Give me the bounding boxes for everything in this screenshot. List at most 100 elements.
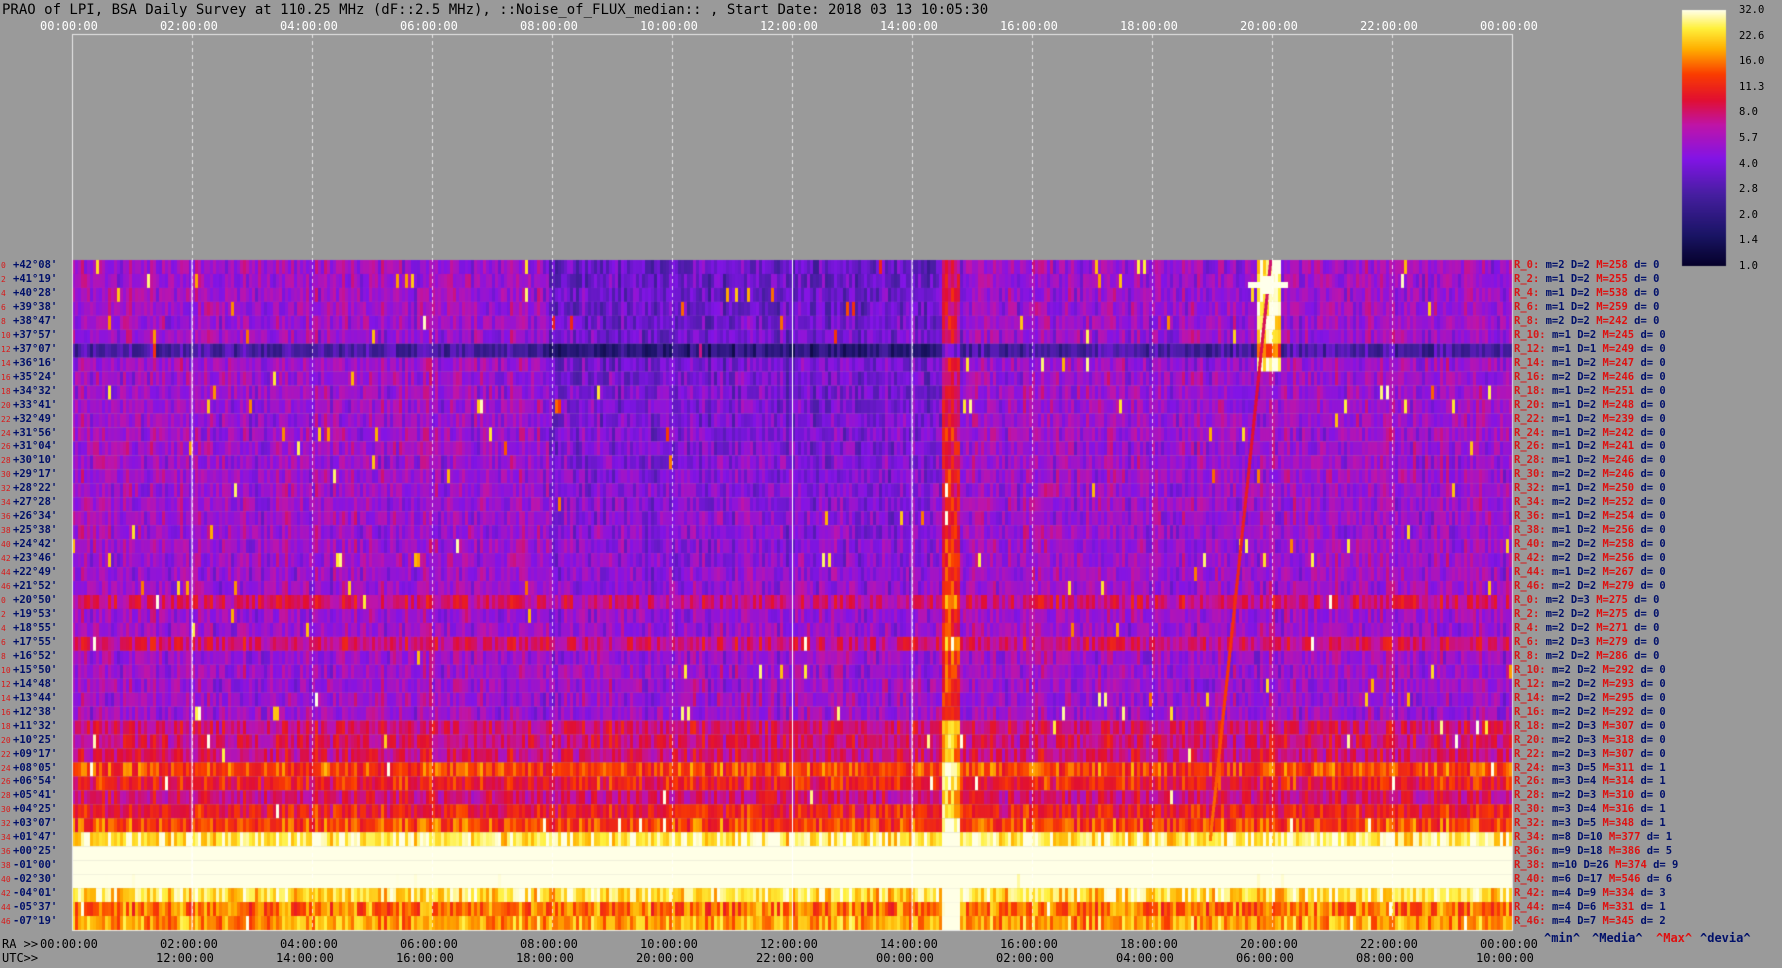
declination-label: +38°47' <box>13 314 58 327</box>
declination-label: -04°01' <box>13 887 58 900</box>
row-index: 44 <box>1 903 11 913</box>
declination-label: +06°54' <box>13 775 58 788</box>
row-index: 40 <box>1 540 11 550</box>
declination-label: +14°48' <box>13 677 58 690</box>
declination-label: +04°25' <box>13 803 58 816</box>
row-stats: R_38: m=1 D=2 M=256 d= 0 <box>1514 524 1666 537</box>
declination-label: +08°05' <box>13 761 58 774</box>
row-index: 6 <box>1 302 6 312</box>
declination-label: +19°53' <box>13 607 58 620</box>
row-stats: R_20: m=1 D=2 M=248 d= 0 <box>1514 398 1666 411</box>
top-axis-tick: 16:00:00 <box>1000 19 1058 33</box>
top-axis-tick: 18:00:00 <box>1120 19 1178 33</box>
declination-label: +39°38' <box>13 300 58 313</box>
row-stats: R_26: m=1 D=2 M=241 d= 0 <box>1514 440 1666 453</box>
top-axis-tick: 00:00:00 <box>40 19 98 33</box>
row-stats: R_44: m=4 D=6 M=331 d= 1 <box>1514 901 1666 914</box>
colorbar-tick: 2.0 <box>1739 208 1758 221</box>
utc-tick: 10:00:00 <box>1476 951 1534 965</box>
declination-label: +36°16' <box>13 356 58 369</box>
row-stats: R_2: m=1 D=2 M=255 d= 0 <box>1514 272 1660 285</box>
legend-item: ^min^ <box>1544 931 1581 945</box>
row-stats: R_46: m=2 D=2 M=279 d= 0 <box>1514 580 1666 593</box>
row-stats: R_38: m=10 D=26 M=374 d= 9 <box>1514 859 1679 872</box>
declination-label: +11°32' <box>13 719 58 732</box>
row-stats: R_2: m=2 D=2 M=275 d= 0 <box>1514 607 1660 620</box>
declination-label: +41°19' <box>13 272 58 285</box>
ra-tick: 08:00:00 <box>520 937 578 951</box>
row-stats: R_42: m=2 D=2 M=256 d= 0 <box>1514 552 1666 565</box>
row-stats: R_0: m=2 D=2 M=258 d= 0 <box>1514 259 1660 271</box>
declination-label: +05°41' <box>13 789 58 802</box>
declination-label: -07°19' <box>13 915 58 928</box>
row-index: 32 <box>1 819 11 829</box>
colorbar-tick: 32.0 <box>1739 4 1765 16</box>
row-stats: R_18: m=2 D=3 M=307 d= 0 <box>1514 719 1666 732</box>
utc-tick: 08:00:00 <box>1356 951 1414 965</box>
declination-label: +37°07' <box>13 342 58 355</box>
colorbar-tick: 1.0 <box>1739 260 1758 272</box>
row-index: 34 <box>1 498 11 508</box>
declination-label: -02°30' <box>13 873 58 886</box>
row-stats: R_36: m=1 D=2 M=254 d= 0 <box>1514 510 1666 523</box>
row-index: 40 <box>1 875 11 885</box>
row-index: 30 <box>1 470 11 480</box>
declination-label: +24°42' <box>13 538 58 551</box>
row-stats: R_24: m=1 D=2 M=242 d= 0 <box>1514 426 1666 439</box>
ra-axis-prefix: RA >> <box>2 937 39 951</box>
row-index: 22 <box>1 749 11 759</box>
row-index: 8 <box>1 316 6 326</box>
declination-label: -01°00' <box>13 859 58 872</box>
top-axis-tick: 06:00:00 <box>400 19 458 33</box>
declination-label: +29°17' <box>13 468 58 481</box>
row-stats: R_14: m=2 D=2 M=295 d= 0 <box>1514 691 1666 704</box>
row-index: 16 <box>1 372 11 382</box>
row-index: 28 <box>1 456 11 466</box>
row-index: 14 <box>1 358 11 368</box>
row-stats: R_12: m=1 D=1 M=249 d= 0 <box>1514 342 1666 355</box>
ra-tick: 16:00:00 <box>1000 937 1058 951</box>
row-stats: R_28: m=1 D=2 M=246 d= 0 <box>1514 454 1666 467</box>
row-index: 12 <box>1 344 11 354</box>
row-stats: R_32: m=1 D=2 M=250 d= 0 <box>1514 482 1666 495</box>
utc-tick: 00:00:00 <box>876 951 934 965</box>
utc-tick: 18:00:00 <box>516 951 574 965</box>
legend-item: ^Max^ <box>1656 931 1693 945</box>
row-index: 2 <box>1 609 6 619</box>
ra-tick: 00:00:00 <box>1480 937 1538 951</box>
row-index: 26 <box>1 777 11 787</box>
row-index: 14 <box>1 693 11 703</box>
row-stats: R_20: m=2 D=3 M=318 d= 0 <box>1514 733 1666 746</box>
row-index: 16 <box>1 707 11 717</box>
declination-label: +01°47' <box>13 831 58 844</box>
colorbar-tick: 5.7 <box>1739 132 1758 144</box>
colorbar-tick: 22.6 <box>1739 29 1765 42</box>
row-stats: R_34: m=2 D=2 M=252 d= 0 <box>1514 496 1666 509</box>
row-stats: R_4: m=2 D=2 M=271 d= 0 <box>1514 621 1660 634</box>
declination-label: +00°25' <box>13 845 58 858</box>
row-index: 44 <box>1 568 11 578</box>
utc-tick: 02:00:00 <box>996 951 1054 965</box>
row-index: 20 <box>1 400 11 410</box>
top-axis-tick: 12:00:00 <box>760 19 818 33</box>
utc-tick: 04:00:00 <box>1116 951 1174 965</box>
row-index: 12 <box>1 679 11 689</box>
top-axis-tick: 08:00:00 <box>520 19 578 33</box>
colorbar-tick: 8.0 <box>1739 106 1758 119</box>
chart-title: PRAO of LPI, BSA Daily Survey at 110.25 … <box>2 2 989 18</box>
colorbar-tick: 1.4 <box>1739 234 1758 247</box>
row-stats: R_46: m=4 D=7 M=345 d= 2 <box>1514 915 1666 928</box>
row-stats: R_8: m=2 D=2 M=242 d= 0 <box>1514 314 1660 327</box>
row-index: 36 <box>1 847 11 857</box>
declination-label: +34°32' <box>13 384 58 397</box>
declination-label: +30°10' <box>13 454 58 467</box>
row-stats: R_34: m=8 D=10 M=377 d= 1 <box>1514 831 1673 844</box>
row-stats: R_6: m=2 D=3 M=279 d= 0 <box>1514 635 1660 648</box>
ra-tick: 20:00:00 <box>1240 937 1298 951</box>
row-index: 10 <box>1 330 11 340</box>
row-index: 38 <box>1 526 11 536</box>
row-stats: R_32: m=3 D=5 M=348 d= 1 <box>1514 817 1666 830</box>
top-axis-tick: 10:00:00 <box>640 19 698 33</box>
row-index: 42 <box>1 889 11 899</box>
row-stats: R_28: m=2 D=3 M=310 d= 0 <box>1514 789 1666 802</box>
